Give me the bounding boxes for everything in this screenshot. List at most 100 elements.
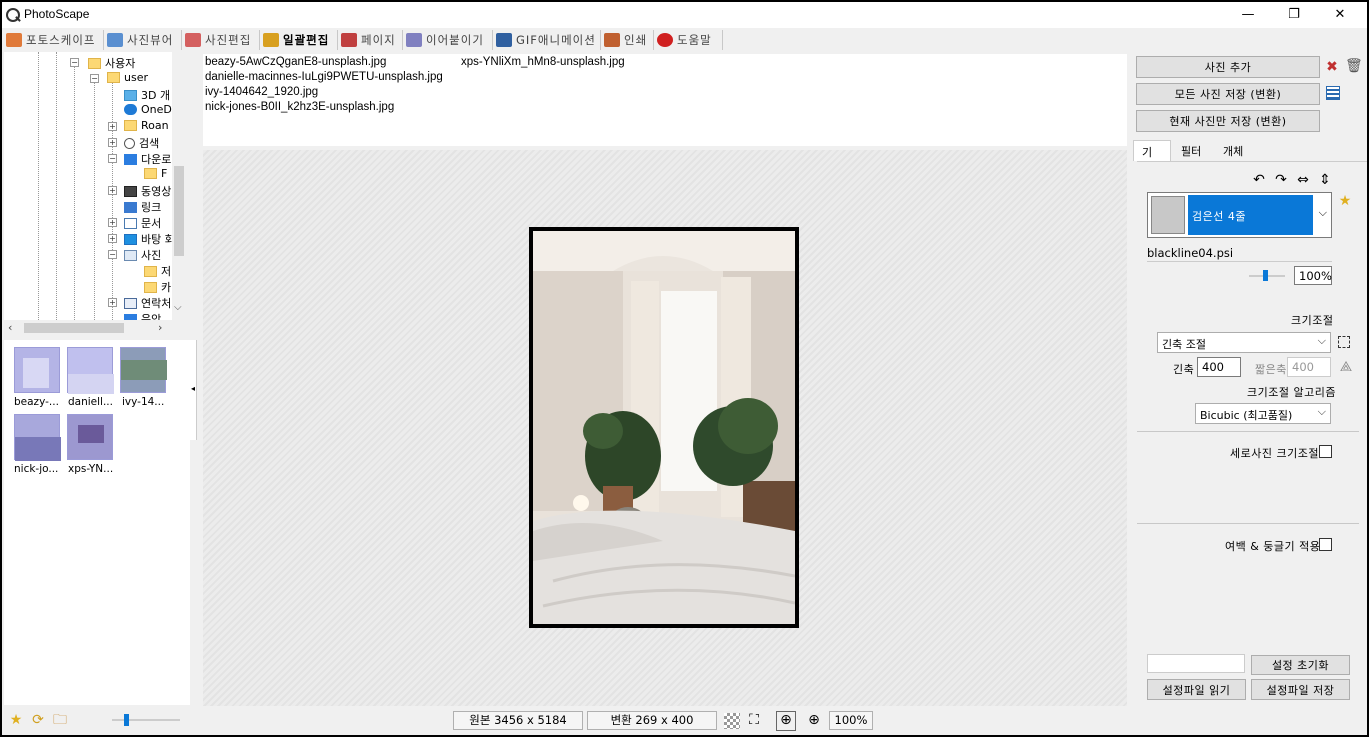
tree-item-download-subfolder[interactable]: F xyxy=(144,167,167,180)
tree-item-pictures[interactable]: 사진 xyxy=(124,247,161,263)
expand-toggle[interactable]: + xyxy=(108,234,117,243)
tree-item-onedrive[interactable]: OneD xyxy=(124,103,172,116)
zoom-in-icon[interactable]: ⊕ xyxy=(806,712,822,728)
tree-item-saved-pictures[interactable]: 저 xyxy=(144,263,171,279)
file-item[interactable]: nick-jones-B0II_k2hz3E-unsplash.jpg xyxy=(205,101,394,113)
scrollbar-thumb[interactable] xyxy=(24,323,124,333)
close-button[interactable]: ✕ xyxy=(1317,2,1363,28)
trash-icon[interactable]: 🗑 xyxy=(1345,58,1363,74)
thumbnail-image[interactable] xyxy=(67,414,113,460)
tab-object[interactable]: 개체 xyxy=(1215,140,1255,161)
reset-settings-button[interactable]: 설정 초기화 xyxy=(1251,655,1350,675)
tab-viewer[interactable]: 사진뷰어 xyxy=(105,30,182,50)
save-current-button[interactable]: 현재 사진만 저장 (변환) xyxy=(1136,110,1320,132)
thumbnail-image[interactable] xyxy=(14,347,60,393)
scrollbar-thumb[interactable] xyxy=(174,166,184,256)
collapse-toggle[interactable]: − xyxy=(70,58,79,67)
crop-icon[interactable] xyxy=(1338,336,1350,348)
tree-item-desktop[interactable]: 바탕 화 xyxy=(124,231,175,247)
load-settings-button[interactable]: 설정파일 읽기 xyxy=(1147,679,1246,700)
long-axis-input[interactable]: 400 xyxy=(1197,357,1241,377)
remove-icon[interactable]: ✖ xyxy=(1324,59,1340,75)
frame-selector[interactable]: 검은선 4줄 ⌵ xyxy=(1147,192,1332,238)
collapse-toggle[interactable]: − xyxy=(90,74,99,83)
collapse-arrow-icon[interactable]: ◂ xyxy=(191,384,195,393)
thumbnail-size-slider[interactable] xyxy=(112,714,180,726)
margin-round-checkbox[interactable] xyxy=(1319,538,1332,551)
tab-help[interactable]: 도움말 xyxy=(655,30,723,50)
file-item[interactable]: ivy-1404642_1920.jpg xyxy=(205,86,318,98)
resize-mode-select[interactable]: 긴축 조절 xyxy=(1157,332,1331,353)
frame-zoom-value[interactable]: 100% xyxy=(1294,266,1332,285)
file-item[interactable]: danielle-macinnes-IuLgi9PWETU-unsplash.j… xyxy=(205,71,443,83)
refresh-icon[interactable]: ⟳ xyxy=(30,712,46,728)
tree-item-users[interactable]: 사용자 xyxy=(88,55,135,71)
expand-toggle[interactable]: + xyxy=(108,186,117,195)
transparency-icon[interactable] xyxy=(724,713,740,729)
tree-vertical-scrollbar[interactable]: ⌵ xyxy=(172,52,186,320)
minimize-button[interactable]: — xyxy=(1225,2,1271,28)
expand-toggle[interactable]: + xyxy=(108,138,117,147)
tab-gif-animation[interactable]: GIF애니메이션 xyxy=(494,30,601,50)
tree-item-camera-roll[interactable]: 카 xyxy=(144,279,171,295)
flip-horizontal-icon[interactable]: ⇔ xyxy=(1295,172,1311,188)
expand-toggle[interactable]: + xyxy=(108,218,117,227)
frame-zoom-slider[interactable] xyxy=(1249,270,1285,281)
save-all-button[interactable]: 모든 사진 저장 (변환) xyxy=(1136,83,1320,105)
scroll-right-icon[interactable]: › xyxy=(158,321,162,334)
tree-item-user[interactable]: user xyxy=(107,71,148,84)
expand-toggle[interactable]: + xyxy=(108,122,117,131)
save-settings-button[interactable]: 설정파일 저장 xyxy=(1251,679,1350,700)
tab-batch-editor[interactable]: 일괄편집 xyxy=(261,30,338,50)
expand-toggle[interactable]: + xyxy=(108,298,117,307)
scroll-down-icon[interactable]: ⌵ xyxy=(174,302,182,313)
tree-item-documents[interactable]: 문서 xyxy=(124,215,161,231)
portrait-resize-checkbox[interactable] xyxy=(1319,445,1332,458)
thumbnail-image[interactable] xyxy=(67,347,114,394)
list-icon[interactable] xyxy=(1326,86,1340,100)
chevron-down-icon[interactable]: ⌵ xyxy=(1319,206,1327,220)
tree-item-videos[interactable]: 동영상 xyxy=(124,183,171,199)
fit-screen-icon[interactable]: ⛶ xyxy=(746,712,762,728)
tab-editor[interactable]: 사진편집 xyxy=(183,30,260,50)
tree-horizontal-scrollbar[interactable]: ‹ › xyxy=(4,320,172,336)
favorite-star-icon[interactable]: ★ xyxy=(8,712,24,728)
thumbnail-image[interactable] xyxy=(120,347,167,393)
tree-item-music[interactable]: 음악 xyxy=(124,311,161,320)
thumbnail-image[interactable] xyxy=(14,414,61,461)
file-list[interactable]: beazy-5AwCzQganE8-unsplash.jpg danielle-… xyxy=(203,54,1127,146)
rotate-right-icon[interactable]: ↷ xyxy=(1273,172,1289,188)
add-photo-button[interactable]: 사진 추가 xyxy=(1136,56,1320,78)
tab-filter[interactable]: 필터 xyxy=(1173,140,1213,161)
tab-combine[interactable]: 이어붙이기 xyxy=(404,30,493,50)
maximize-button[interactable]: ❐ xyxy=(1271,2,1317,28)
tree-item-downloads[interactable]: 다운로 xyxy=(124,151,171,167)
panel-splitter[interactable]: ◂ xyxy=(190,340,200,705)
collapse-toggle[interactable]: − xyxy=(108,250,117,259)
tab-photoscape[interactable]: 포토스케이프 xyxy=(4,30,104,50)
link-ratio-icon[interactable]: ⟁ xyxy=(1338,359,1354,375)
file-item[interactable]: xps-YNliXm_hMn8-unsplash.jpg xyxy=(461,56,625,68)
file-item[interactable]: beazy-5AwCzQganE8-unsplash.jpg xyxy=(205,56,386,68)
tree-item-searches[interactable]: 검색 xyxy=(124,135,159,151)
tab-print[interactable]: 인쇄 xyxy=(602,30,654,50)
tab-page[interactable]: 페이지 xyxy=(339,30,403,50)
algorithm-select[interactable]: Bicubic (최고품질) xyxy=(1195,403,1331,424)
tree-item-links[interactable]: 링크 xyxy=(124,199,161,215)
scroll-left-icon[interactable]: ‹ xyxy=(8,321,12,334)
tab-basic[interactable]: 기본 xyxy=(1133,140,1171,175)
tree-item-3d-objects[interactable]: 3D 개 xyxy=(124,87,170,103)
folder-tree[interactable]: − 사용자 − user 3D 개 OneD + Roan + 검색 − 다운로… xyxy=(4,52,186,320)
collapse-toggle[interactable]: − xyxy=(108,154,117,163)
flip-vertical-icon[interactable]: ⇕ xyxy=(1317,172,1333,188)
zoom-fit-icon[interactable]: ⊕ xyxy=(776,711,796,731)
settings-name-field[interactable] xyxy=(1147,654,1245,673)
rotate-left-icon[interactable]: ↶ xyxy=(1251,172,1267,188)
divider xyxy=(1137,431,1359,432)
favorite-star-icon[interactable]: ★ xyxy=(1337,193,1353,209)
tree-item-contacts[interactable]: 연락처 xyxy=(124,295,171,311)
open-folder-icon[interactable]: 🗀 xyxy=(52,712,68,728)
status-bar: ★ ⟳ 🗀 원본 3456 x 5184 변환 269 x 400 ⛶ ⊕ ⊕ … xyxy=(2,706,1367,735)
short-axis-input[interactable]: 400 xyxy=(1287,357,1331,377)
tree-item-roaming[interactable]: Roan xyxy=(124,119,169,132)
